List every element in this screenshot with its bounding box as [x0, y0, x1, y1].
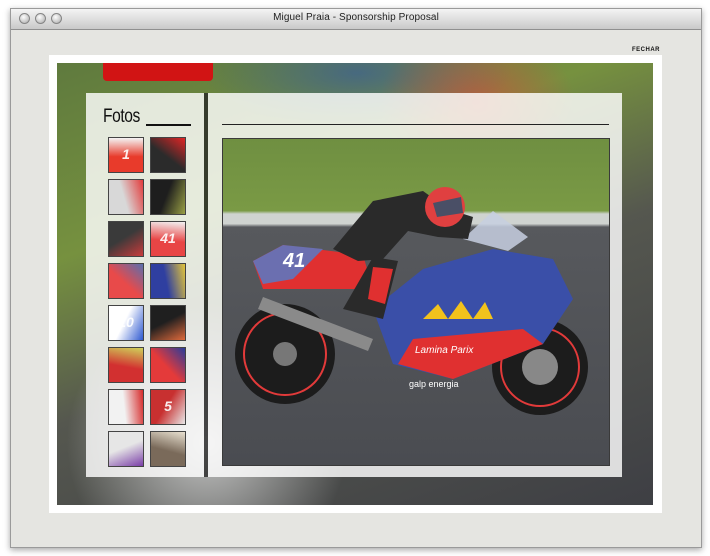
thumbnail-5[interactable] [108, 221, 144, 257]
thumbnail-label: 10 [118, 314, 134, 330]
thumbnail-14[interactable]: 5 [150, 389, 186, 425]
red-tab [103, 63, 213, 81]
thumbnail-3[interactable] [108, 179, 144, 215]
background-stage: Fotos 1 41 10 5 41 Lamina Parix galp ene… [57, 63, 653, 505]
thumbnail-7[interactable] [108, 263, 144, 299]
fechar-link[interactable]: FECHAR [632, 47, 660, 53]
sponsor-text: Lamina Parix [415, 345, 474, 356]
thumbnail-4[interactable] [150, 179, 186, 215]
thumbnail-13[interactable] [108, 389, 144, 425]
content-frame: Fotos 1 41 10 5 41 Lamina Parix galp ene… [49, 55, 662, 513]
main-photo: 41 Lamina Parix galp energia [222, 138, 610, 466]
thumbnail-grid: 1 41 10 5 [108, 137, 188, 467]
thumbnail-8[interactable] [150, 263, 186, 299]
thumbnail-10[interactable] [150, 305, 186, 341]
front-disc [522, 349, 558, 385]
race-number: 41 [282, 250, 305, 272]
thumbnail-15[interactable] [108, 431, 144, 467]
thumbnail-16[interactable] [150, 431, 186, 467]
gallery-title: Fotos [103, 106, 140, 127]
app-window: Miguel Praia - Sponsorship Proposal FECH… [10, 8, 702, 548]
window-title: Miguel Praia - Sponsorship Proposal [273, 12, 439, 23]
thumbnail-6[interactable]: 41 [150, 221, 186, 257]
gallery-title-rule [146, 124, 191, 126]
thumbnail-12[interactable] [150, 347, 186, 383]
rear-hub [273, 342, 297, 366]
motorcycle-photo: 41 Lamina Parix galp energia [235, 187, 588, 415]
thumbnail-label: 5 [164, 398, 172, 414]
thumbnail-2[interactable] [150, 137, 186, 173]
fairing-text: galp energia [409, 379, 459, 389]
thumbnail-label: 1 [122, 146, 130, 162]
thumbnail-11[interactable] [108, 347, 144, 383]
photo-title-rule [222, 124, 609, 125]
title-bar[interactable]: Miguel Praia - Sponsorship Proposal [11, 9, 701, 30]
thumbnail-1[interactable]: 1 [108, 137, 144, 173]
thumbnail-label: 41 [160, 230, 176, 246]
thumbnail-9[interactable]: 10 [108, 305, 144, 341]
